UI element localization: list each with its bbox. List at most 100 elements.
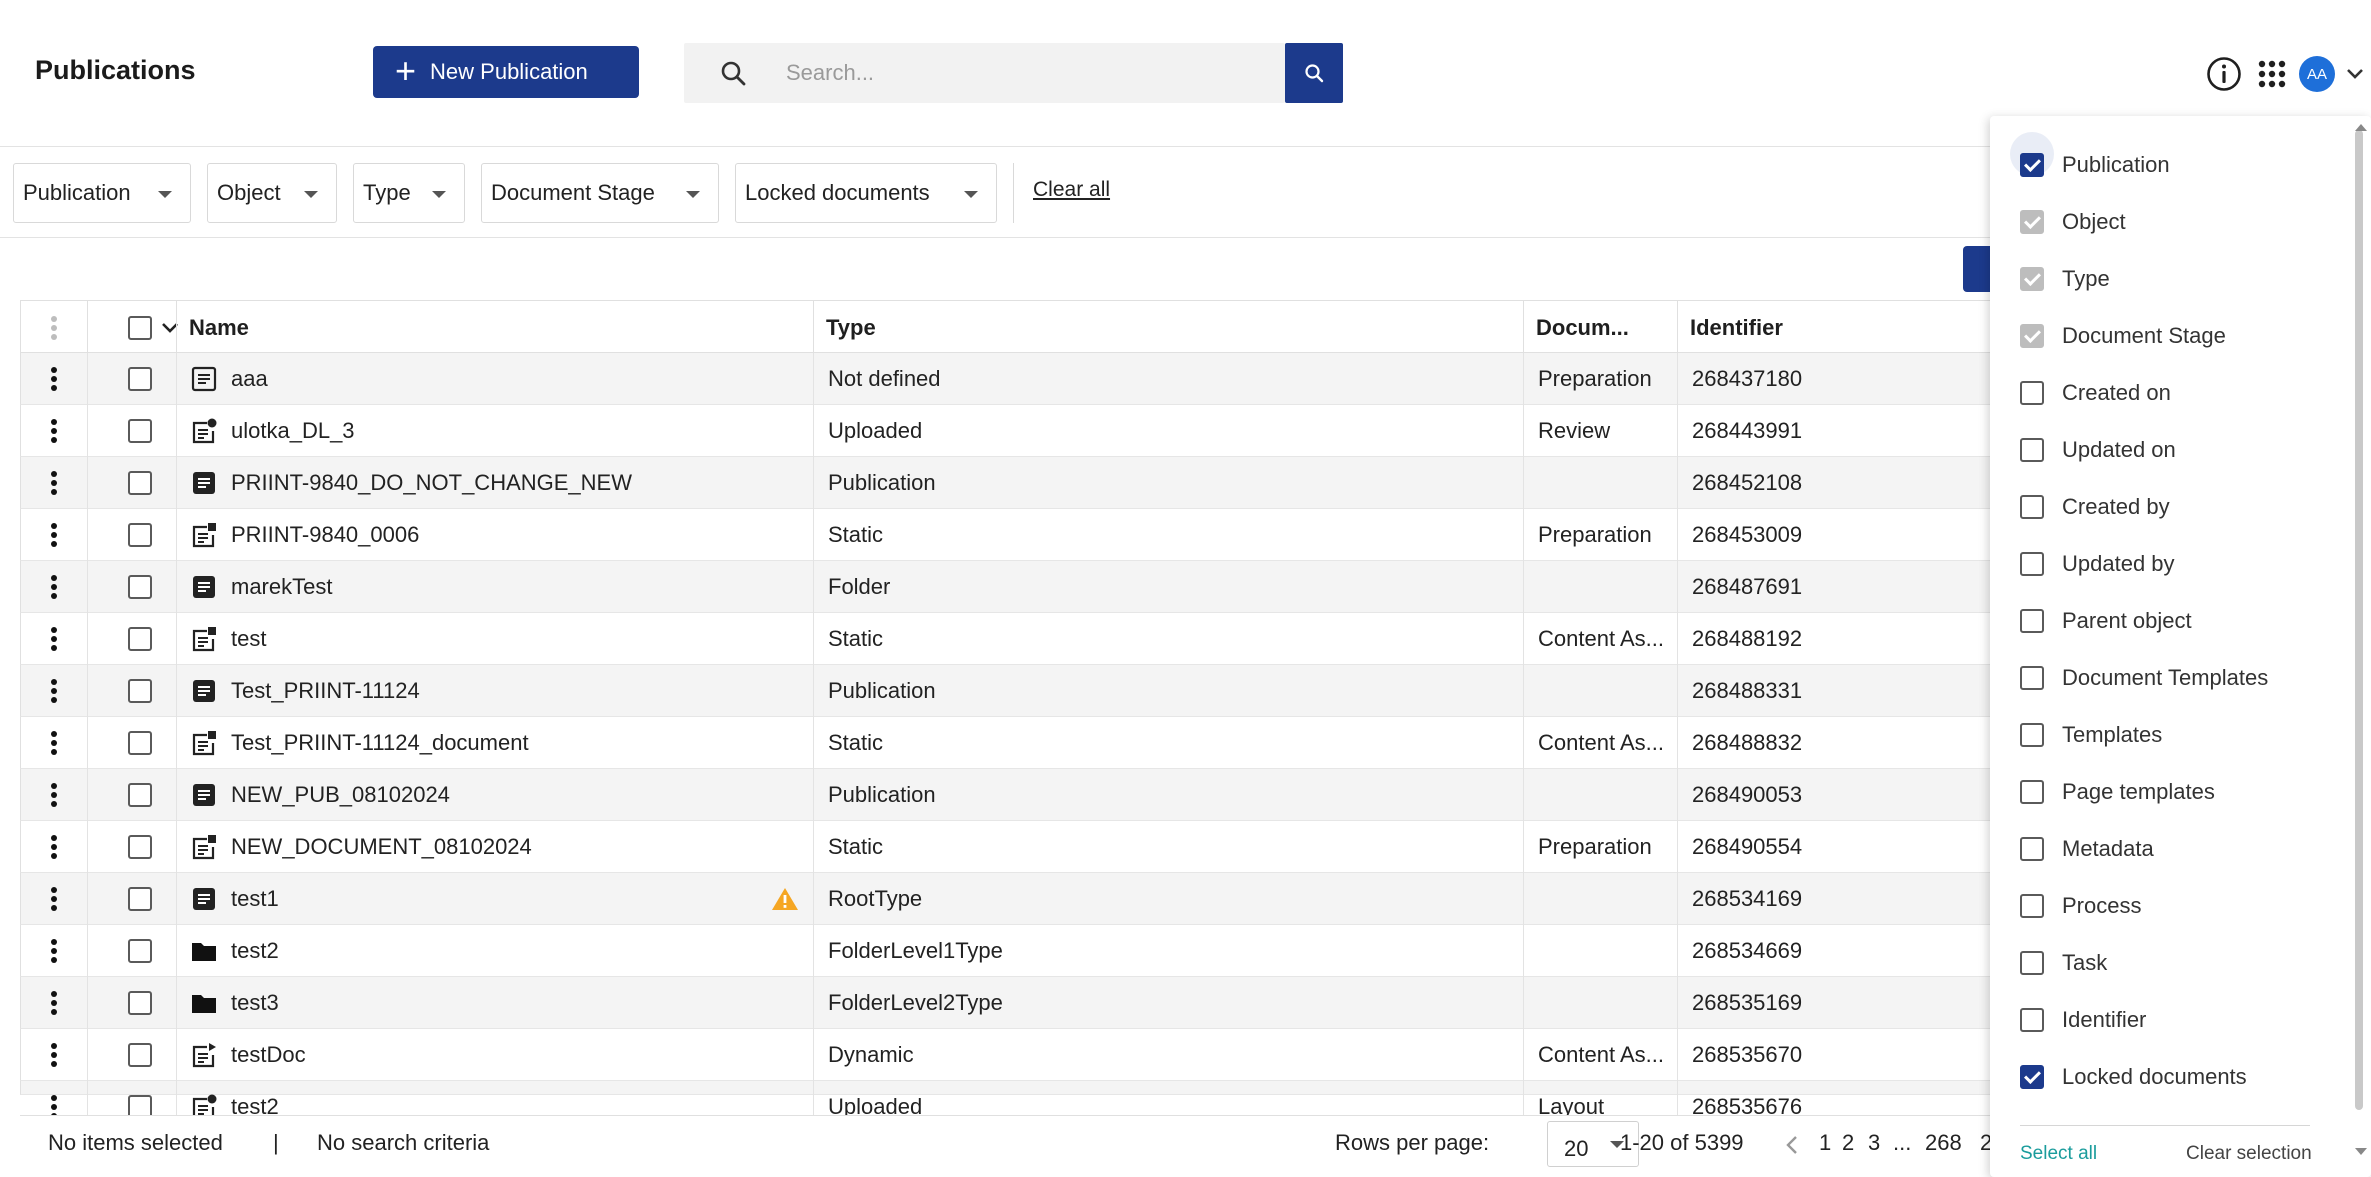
filter-type[interactable]: Type <box>353 163 465 223</box>
row-menu-icon[interactable] <box>21 769 87 821</box>
name-cell[interactable]: test <box>176 613 813 665</box>
column-option-checkbox[interactable] <box>2020 951 2044 975</box>
row-menu-icon[interactable] <box>21 613 87 665</box>
row-checkbox[interactable] <box>128 471 152 495</box>
page-268[interactable]: 268 <box>1925 1130 1962 1156</box>
table-row[interactable]: test2 Uploaded Layout 268535676 <box>20 1081 2015 1133</box>
row-checkbox[interactable] <box>128 627 152 651</box>
table-row[interactable]: NEW_PUB_08102024 Publication 268490053 <box>20 769 2015 821</box>
name-cell[interactable]: PRIINT-9840_0006 <box>176 509 813 561</box>
column-option[interactable]: Publication <box>2020 145 2170 185</box>
table-row[interactable]: test2 FolderLevel1Type 268534669 <box>20 925 2015 977</box>
row-checkbox[interactable] <box>128 575 152 599</box>
row-menu-icon[interactable] <box>21 509 87 561</box>
scroll-down-arrow-icon[interactable] <box>2355 1148 2367 1155</box>
name-cell[interactable]: marekTest <box>176 561 813 613</box>
row-checkbox[interactable] <box>128 783 152 807</box>
row-menu-icon[interactable] <box>21 665 87 717</box>
new-publication-button[interactable]: + New Publication <box>373 46 639 98</box>
table-row[interactable]: test Static Content As... 268488192 <box>20 613 2015 665</box>
row-checkbox[interactable] <box>128 367 152 391</box>
table-row[interactable]: test3 FolderLevel2Type 268535169 <box>20 977 2015 1029</box>
column-option[interactable]: Locked documents <box>2020 1057 2247 1097</box>
drag-handle-column[interactable] <box>21 301 87 354</box>
panel-scrollbar[interactable] <box>2355 130 2363 1110</box>
column-option[interactable]: Parent object <box>2020 601 2192 641</box>
select-all-checkbox[interactable] <box>128 315 152 340</box>
name-cell[interactable]: test3 <box>176 977 813 1029</box>
filter-document-stage[interactable]: Document Stage <box>481 163 719 223</box>
row-menu-icon[interactable] <box>21 821 87 873</box>
name-cell[interactable]: NEW_DOCUMENT_08102024 <box>176 821 813 873</box>
column-option-checkbox[interactable] <box>2020 894 2044 918</box>
column-option[interactable]: Document Templates <box>2020 658 2268 698</box>
name-cell[interactable]: ulotka_DL_3 <box>176 405 813 457</box>
column-option-checkbox[interactable] <box>2020 438 2044 462</box>
clear-selection-link[interactable]: Clear selection <box>2186 1143 2312 1165</box>
name-cell[interactable]: test1 <box>176 873 813 925</box>
search-input[interactable] <box>786 43 1266 103</box>
row-checkbox[interactable] <box>128 731 152 755</box>
name-cell[interactable]: aaa <box>176 353 813 405</box>
column-option-checkbox[interactable] <box>2020 1008 2044 1032</box>
column-option[interactable]: Updated by <box>2020 544 2175 584</box>
row-checkbox[interactable] <box>128 991 152 1015</box>
column-option-checkbox[interactable] <box>2020 1065 2044 1089</box>
row-checkbox[interactable] <box>128 419 152 443</box>
column-option-checkbox[interactable] <box>2020 666 2044 690</box>
column-option-checkbox[interactable] <box>2020 723 2044 747</box>
row-menu-icon[interactable] <box>21 925 87 977</box>
column-option-checkbox[interactable] <box>2020 324 2044 348</box>
apps-grid-icon[interactable] <box>2254 56 2290 92</box>
row-checkbox[interactable] <box>128 523 152 547</box>
column-option[interactable]: Templates <box>2020 715 2162 755</box>
filter-locked-documents[interactable]: Locked documents <box>735 163 997 223</box>
table-row[interactable]: marekTest Folder 268487691 <box>20 561 2015 613</box>
column-option[interactable]: Identifier <box>2020 1000 2146 1040</box>
filter-object[interactable]: Object <box>207 163 337 223</box>
row-menu-icon[interactable] <box>21 977 87 1029</box>
previous-page-icon[interactable] <box>1784 1134 1800 1156</box>
clear-all-link[interactable]: Clear all <box>1033 178 1110 202</box>
column-option-checkbox[interactable] <box>2020 153 2044 177</box>
column-option-checkbox[interactable] <box>2020 552 2044 576</box>
info-icon[interactable] <box>2206 56 2242 92</box>
table-row[interactable]: NEW_DOCUMENT_08102024 Static Preparation 26… <box>20 821 2015 873</box>
chevron-down-icon[interactable] <box>2344 62 2366 84</box>
column-option-checkbox[interactable] <box>2020 609 2044 633</box>
name-cell[interactable]: NEW_PUB_08102024 <box>176 769 813 821</box>
column-option[interactable]: Document Stage <box>2020 316 2226 356</box>
table-row[interactable]: Test_PRIINT-11124_document Static Content … <box>20 717 2015 769</box>
row-menu-icon[interactable] <box>21 405 87 457</box>
table-row[interactable]: aaa Not defined Preparation 268437180 <box>20 353 2015 405</box>
column-option[interactable]: Process <box>2020 886 2141 926</box>
column-option[interactable]: Type <box>2020 259 2110 299</box>
column-header-document-stage[interactable]: Docum... <box>1523 301 1677 354</box>
table-row[interactable]: Test_PRIINT-11124 Publication 268488331 <box>20 665 2015 717</box>
table-row[interactable]: ulotka_DL_3 Uploaded Review 268443991 <box>20 405 2015 457</box>
page-1[interactable]: 1 <box>1819 1130 1831 1156</box>
column-option[interactable]: Created on <box>2020 373 2171 413</box>
column-option-checkbox[interactable] <box>2020 267 2044 291</box>
scroll-up-arrow-icon[interactable] <box>2355 124 2367 131</box>
column-option[interactable]: Task <box>2020 943 2107 983</box>
column-option[interactable]: Page templates <box>2020 772 2215 812</box>
page-2[interactable]: 2 <box>1842 1130 1854 1156</box>
name-cell[interactable]: Test_PRIINT-11124 <box>176 665 813 717</box>
search-button[interactable] <box>1285 43 1343 103</box>
column-option-checkbox[interactable] <box>2020 495 2044 519</box>
name-cell[interactable]: PRIINT-9840_DO_NOT_CHANGE_NEW <box>176 457 813 509</box>
row-menu-icon[interactable] <box>21 561 87 613</box>
column-header-type[interactable]: Type <box>813 301 1523 354</box>
column-option[interactable]: Object <box>2020 202 2126 242</box>
column-header-name[interactable]: Name <box>176 301 813 354</box>
row-menu-icon[interactable] <box>21 1029 87 1081</box>
column-option[interactable]: Updated on <box>2020 430 2176 470</box>
column-option-checkbox[interactable] <box>2020 210 2044 234</box>
row-checkbox[interactable] <box>128 1043 152 1067</box>
table-row[interactable]: PRIINT-9840_0006 Static Preparation 2684530… <box>20 509 2015 561</box>
row-menu-icon[interactable] <box>21 717 87 769</box>
row-checkbox[interactable] <box>128 679 152 703</box>
column-option[interactable]: Created by <box>2020 487 2170 527</box>
row-menu-icon[interactable] <box>21 353 87 405</box>
